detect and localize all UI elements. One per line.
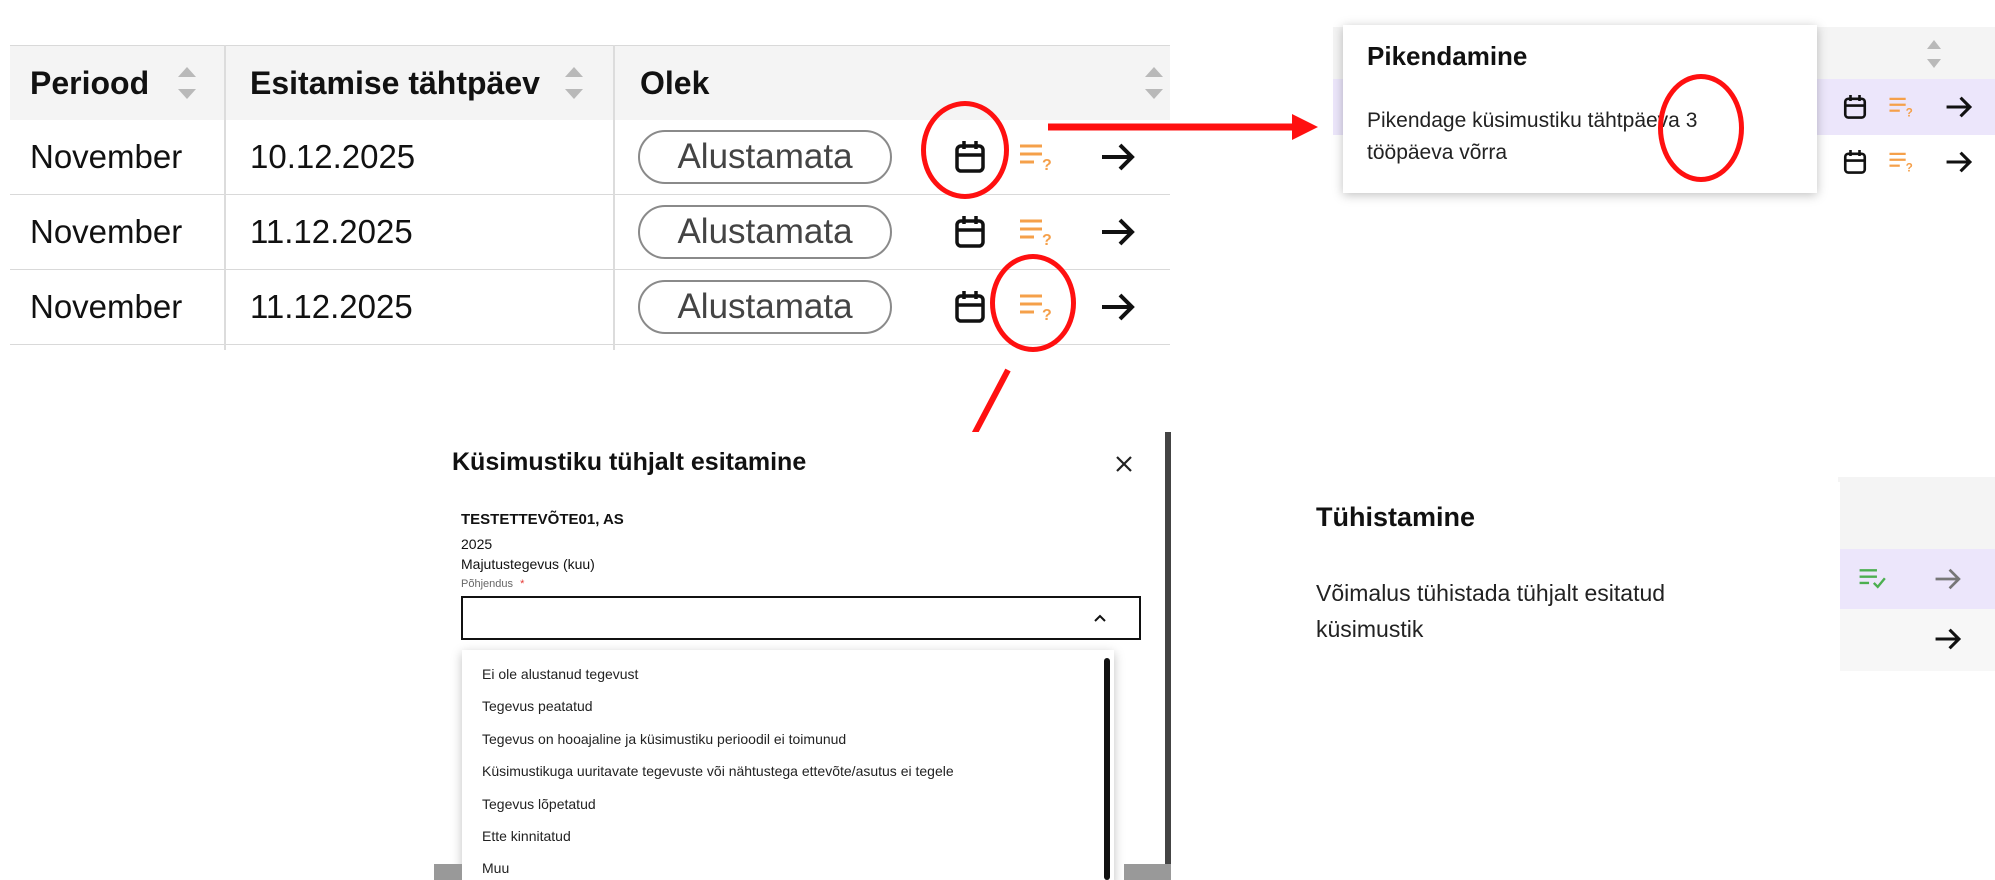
questionnaire-confirmed-icon <box>1859 569 1886 589</box>
background-edge <box>434 864 462 880</box>
calendar-icon <box>1843 150 1867 174</box>
tooltip-extend: Pikendamine Pikendage küsimustiku tähtpä… <box>1343 25 1817 193</box>
survey-year: 2025 <box>461 536 493 552</box>
calendar-icon <box>1843 95 1867 119</box>
tooltip-text: küsimustik <box>1316 616 1424 642</box>
svg-text:?: ? <box>1906 107 1913 119</box>
tooltip-text: Võimalus tühistada tühjalt esitatud <box>1316 580 1666 606</box>
list-item[interactable]: Ette kinnitatud <box>482 828 571 844</box>
list-item[interactable]: Tegevus peatatud <box>482 698 593 714</box>
list-item[interactable]: Küsimustikuga uuritavate tegevuste või n… <box>482 763 954 779</box>
tooltip-title: Pikendamine <box>1367 41 1528 71</box>
tooltip-text: Pikendage küsimustiku tähtpäeva 3 <box>1367 109 1698 132</box>
empty-submission-dialog: Küsimustiku tühjalt esitamine TESTETTEVÕ… <box>434 432 1171 880</box>
questionnaire-empty-icon: ? <box>1889 152 1913 174</box>
arrow-right-icon <box>1946 151 1973 173</box>
background-edge <box>1165 432 1171 880</box>
background-table-snippet <box>1838 477 1995 671</box>
reason-options-list: Ei ole alustanud tegevust Tegevus peatat… <box>462 650 1114 880</box>
tooltip-title: Tühistamine <box>1316 502 1476 532</box>
svg-text:?: ? <box>1906 162 1913 174</box>
arrow-right-icon <box>1935 628 1962 650</box>
list-item[interactable]: Muu <box>482 860 509 876</box>
arrow-right-icon <box>1935 568 1961 590</box>
field-label: Põhjendus * <box>461 578 525 590</box>
close-icon[interactable] <box>1114 454 1134 474</box>
reason-select[interactable] <box>461 596 1141 640</box>
company-name: TESTETTEVÕTE01, AS <box>461 511 624 528</box>
list-scrollbar[interactable] <box>1104 658 1110 880</box>
survey-name: Majutustegevus (kuu) <box>461 556 595 572</box>
questionnaire-empty-icon: ? <box>1889 97 1913 119</box>
list-item[interactable]: Ei ole alustanud tegevust <box>482 666 638 682</box>
background-edge <box>1124 864 1171 880</box>
sort-icon <box>1925 37 1943 71</box>
annotation-circle <box>1658 74 1744 182</box>
arrow-right-icon <box>1946 96 1973 118</box>
required-mark: * <box>520 578 525 590</box>
dialog-title: Küsimustiku tühjalt esitamine <box>452 448 807 476</box>
tooltip-cancel: Tühistamine Võimalus tühistada tühjalt e… <box>1300 482 1840 682</box>
list-item[interactable]: Tegevus on hooajaline ja küsimustiku per… <box>482 731 846 747</box>
chevron-up-icon[interactable] <box>1093 612 1107 624</box>
tooltip-text: tööpäeva võrra <box>1367 141 1508 164</box>
list-item[interactable]: Tegevus lõpetatud <box>482 796 596 812</box>
